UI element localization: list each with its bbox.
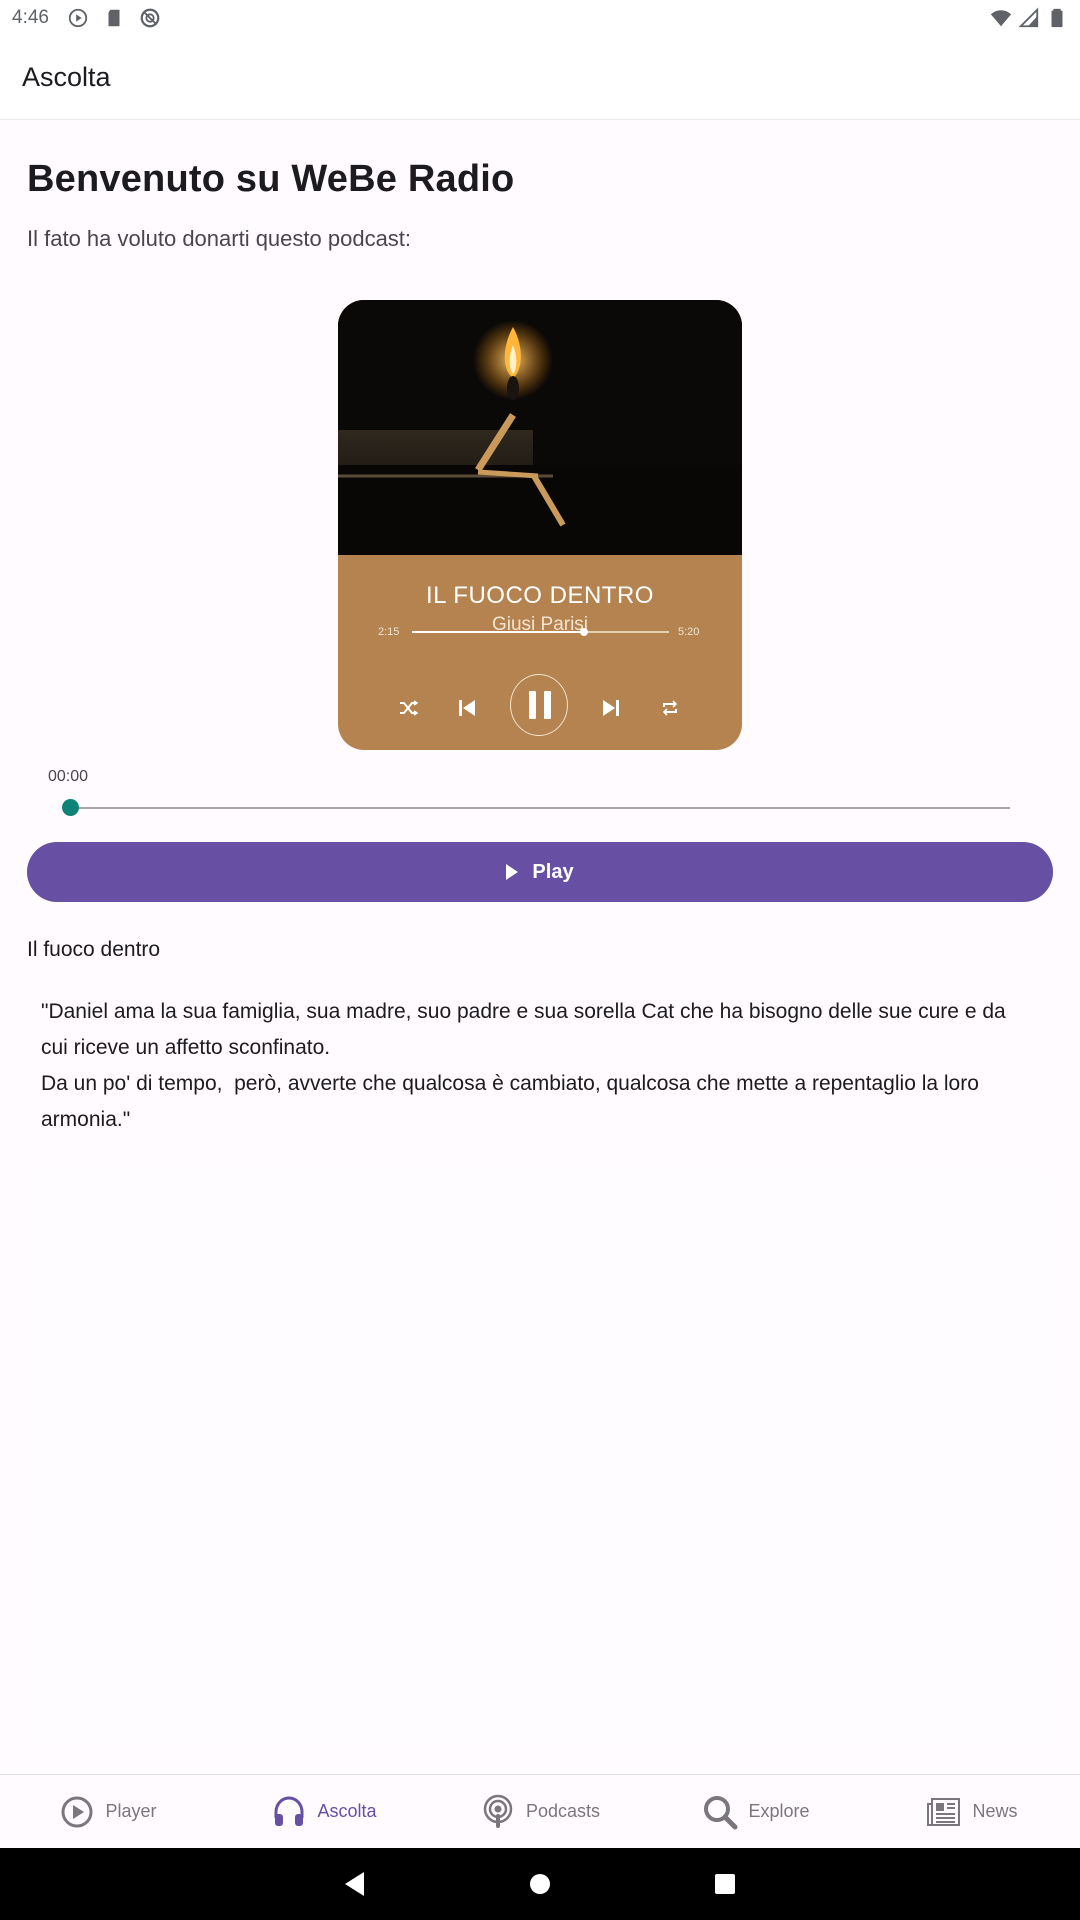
system-recents-button[interactable] xyxy=(710,1869,740,1899)
page-title: Benvenuto su WeBe Radio xyxy=(27,158,515,200)
status-time: 4:46 xyxy=(12,7,49,28)
nav-label-explore: Explore xyxy=(748,1801,810,1821)
system-home-button[interactable] xyxy=(525,1869,555,1899)
cover-title: IL FUOCO DENTRO xyxy=(426,582,654,609)
nav-item-ascolta[interactable]: Ascolta xyxy=(216,1775,432,1848)
episode-description-text: "Daniel ama la sua famiglia, sua madre, … xyxy=(41,1000,1006,1131)
sd-card-icon xyxy=(108,9,120,27)
cover-photo xyxy=(338,300,742,555)
cover-duration: 5:20 xyxy=(678,626,700,638)
seek-bar[interactable] xyxy=(62,799,1010,816)
nav-label-player: Player xyxy=(105,1801,157,1821)
wifi-icon xyxy=(990,10,1012,27)
seek-thumb[interactable] xyxy=(62,799,79,816)
battery-icon xyxy=(1051,8,1063,28)
system-navigation-bar xyxy=(0,1848,1080,1920)
skip-next-icon xyxy=(603,700,619,716)
bottom-navigation: Player Ascolta Podcasts Explore News xyxy=(0,1774,1080,1848)
headphones-icon xyxy=(274,1795,304,1826)
recents-icon xyxy=(715,1874,735,1894)
nav-label-podcasts: Podcasts xyxy=(525,1801,601,1821)
app-bar-title: Ascolta xyxy=(22,62,111,92)
play-button[interactable]: Play xyxy=(27,842,1053,902)
current-time: 00:00 xyxy=(48,768,89,785)
podcast-cover-art: IL FUOCO DENTRO Giusi Parisi 2:15 5:20 xyxy=(338,300,742,750)
repeat-icon xyxy=(662,700,678,716)
cover-pause-button xyxy=(510,674,568,736)
nav-item-podcasts[interactable]: Podcasts xyxy=(432,1775,648,1848)
page-subtitle: Il fato ha voluto donarti questo podcast… xyxy=(27,226,412,251)
cover-progress-bar xyxy=(412,628,669,636)
shuffle-icon xyxy=(400,700,418,716)
cast-icon xyxy=(140,8,160,28)
podcast-icon xyxy=(483,1794,513,1828)
play-circle-icon xyxy=(68,8,88,28)
newspaper-icon xyxy=(927,1797,961,1826)
nav-item-news[interactable]: News xyxy=(864,1775,1080,1848)
back-icon xyxy=(345,1872,364,1896)
system-back-button[interactable] xyxy=(340,1869,370,1899)
play-circle-icon xyxy=(61,1796,93,1827)
episode-description: "Daniel ama la sua famiglia, sua madre, … xyxy=(41,994,1031,1138)
nav-label-ascolta: Ascolta xyxy=(317,1801,377,1821)
search-icon xyxy=(704,1795,738,1829)
cover-controls xyxy=(338,674,742,744)
cover-elapsed: 2:15 xyxy=(378,626,400,638)
skip-previous-icon xyxy=(459,700,475,716)
nav-item-explore[interactable]: Explore xyxy=(648,1775,864,1848)
status-bar: 4:46 xyxy=(0,0,1080,36)
cover-progress-fill xyxy=(412,631,585,633)
content-panel xyxy=(27,1170,1053,1745)
nav-label-news: News xyxy=(972,1801,1018,1821)
play-button-label: Play xyxy=(532,860,574,883)
episode-title: Il fuoco dentro xyxy=(27,938,161,961)
nav-item-player[interactable]: Player xyxy=(0,1775,216,1848)
app-bar: Ascolta xyxy=(0,36,1080,120)
play-icon xyxy=(506,864,519,880)
signal-icon xyxy=(1018,7,1039,28)
pause-icon xyxy=(529,691,551,719)
home-icon xyxy=(530,1874,550,1894)
